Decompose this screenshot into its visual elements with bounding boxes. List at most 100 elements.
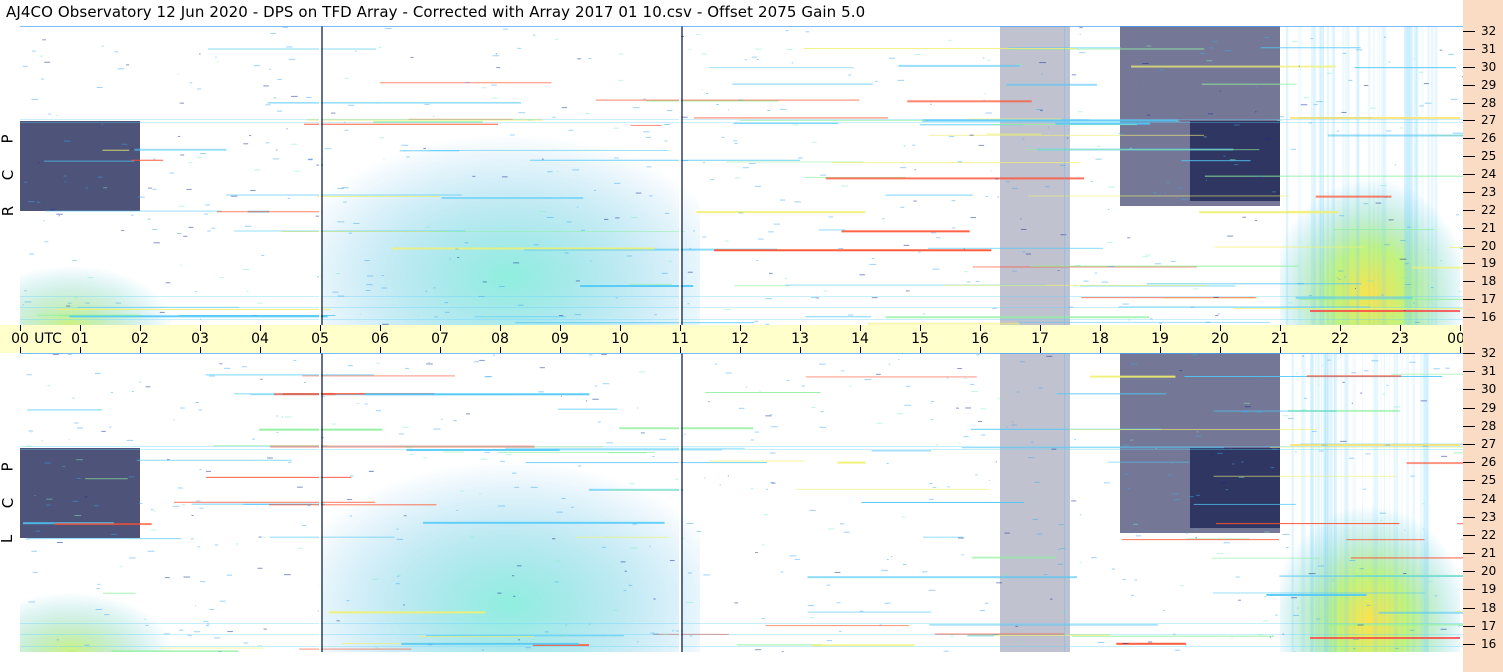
- pol-letter: P: [0, 462, 17, 472]
- hour-label: 13: [791, 331, 809, 347]
- freq-label: 24: [1481, 167, 1497, 181]
- hour-label: 02: [131, 331, 149, 347]
- hour-label: 08: [491, 331, 509, 347]
- freq-label: 30: [1481, 59, 1497, 74]
- freq-tick: [1463, 120, 1475, 122]
- freq-label: 28: [1481, 418, 1497, 433]
- freq-label: 20: [1481, 564, 1497, 579]
- freq-tick: [1463, 66, 1475, 68]
- lcp-spectrogram: [20, 353, 1463, 652]
- freq-label: 31: [1481, 41, 1497, 56]
- freq-label: 25: [1481, 473, 1497, 488]
- hour-label: 19: [1151, 331, 1169, 347]
- freq-tick: [1463, 553, 1475, 555]
- hour-label: 07: [431, 331, 449, 347]
- freq-tick: [1463, 227, 1475, 229]
- hour-label: 18: [1091, 331, 1109, 347]
- freq-label: 29: [1481, 400, 1497, 415]
- freq-label: 19: [1481, 256, 1497, 271]
- freq-tick: [1463, 102, 1475, 104]
- freq-label: 21: [1481, 220, 1497, 235]
- freq-tick: [1463, 607, 1475, 609]
- spectrogram-title: AJ4CO Observatory 12 Jun 2020 - DPS on T…: [6, 3, 866, 21]
- freq-label: 18: [1481, 274, 1497, 289]
- hour-label: 21: [1271, 331, 1289, 347]
- freq-tick: [1463, 31, 1475, 32]
- pol-letter: P: [0, 134, 17, 144]
- freq-tick: [1463, 389, 1475, 391]
- hour-label: 00: [11, 331, 29, 347]
- freq-tick: [1463, 209, 1475, 211]
- hour-label: 03: [191, 331, 209, 347]
- freq-tick: [1463, 84, 1475, 86]
- freq-tick: [1463, 371, 1475, 373]
- freq-label: 26: [1481, 455, 1497, 470]
- freq-tick: [1463, 245, 1475, 247]
- freq-tick: [1463, 571, 1475, 573]
- freq-tick: [1463, 625, 1475, 627]
- freq-label: 18: [1481, 600, 1497, 615]
- freq-label: 22: [1481, 202, 1497, 217]
- freq-tick: [1463, 462, 1475, 464]
- freq-label: 21: [1481, 546, 1497, 561]
- freq-tick: [1463, 480, 1475, 482]
- time-axis-bar: 00 01 02 03 04 05 06 07 08 09 10 11 12 13 14 15 16 17 18 19…: [0, 325, 1496, 353]
- hour-label: 04: [251, 331, 269, 347]
- hour-label: 09: [551, 331, 569, 347]
- freq-tick: [1463, 48, 1475, 50]
- freq-label: 27: [1481, 113, 1497, 128]
- hour-label: 23: [1391, 331, 1409, 347]
- bottom-margin: [0, 652, 1463, 672]
- hour-label: 10: [611, 331, 629, 347]
- hour-label: 17: [1031, 331, 1049, 347]
- freq-tick: [1463, 589, 1475, 591]
- pol-letter: R: [0, 205, 18, 217]
- pol-letter: L: [0, 535, 16, 543]
- rcp-spectrogram: [20, 26, 1463, 325]
- freq-label: 26: [1481, 131, 1497, 146]
- freq-label: 28: [1481, 95, 1497, 110]
- freq-label: 29: [1481, 77, 1497, 92]
- freq-tick: [1463, 263, 1475, 265]
- freq-tick: [1463, 191, 1475, 193]
- freq-label: 20: [1481, 238, 1497, 253]
- freq-tick: [1463, 407, 1475, 409]
- pol-letter: C: [0, 497, 18, 509]
- freq-tick: [1463, 534, 1475, 536]
- freq-label: 16: [1481, 637, 1497, 651]
- freq-label: 23: [1481, 184, 1497, 199]
- freq-tick: [1463, 353, 1475, 354]
- freq-label: 17: [1481, 618, 1497, 633]
- hour-label: 05: [311, 331, 329, 347]
- freq-label: 27: [1481, 436, 1497, 451]
- freq-tick: [1463, 443, 1475, 445]
- hour-label: 20: [1211, 331, 1229, 347]
- freq-label: 32: [1481, 24, 1497, 38]
- freq-tick: [1463, 281, 1475, 283]
- freq-label: 30: [1481, 382, 1497, 397]
- freq-tick: [1463, 425, 1475, 427]
- hour-label: 16: [971, 331, 989, 347]
- freq-label: 22: [1481, 527, 1497, 542]
- hour-label: 11: [671, 331, 689, 347]
- pol-letter: C: [0, 169, 18, 181]
- freq-tick: [1463, 317, 1475, 318]
- freq-label: 16: [1481, 310, 1497, 324]
- freq-label: 32: [1481, 346, 1497, 360]
- hour-label: 15: [911, 331, 929, 347]
- freq-label: 17: [1481, 292, 1497, 307]
- hour-label: 22: [1331, 331, 1349, 347]
- utc-label: UTC: [34, 331, 62, 347]
- rcp-spectrogram-image: [20, 26, 1463, 325]
- freq-label: 24: [1481, 491, 1497, 506]
- freq-tick: [1463, 498, 1475, 500]
- freq-label: 23: [1481, 509, 1497, 524]
- lcp-spectrogram-image: [20, 353, 1463, 652]
- hour-label: 12: [731, 331, 749, 347]
- hour-label: 01: [71, 331, 89, 347]
- freq-label: 31: [1481, 364, 1497, 379]
- freq-tick: [1463, 516, 1475, 518]
- hour-label: 06: [371, 331, 389, 347]
- hour-label: 14: [851, 331, 869, 347]
- freq-label: 25: [1481, 149, 1497, 164]
